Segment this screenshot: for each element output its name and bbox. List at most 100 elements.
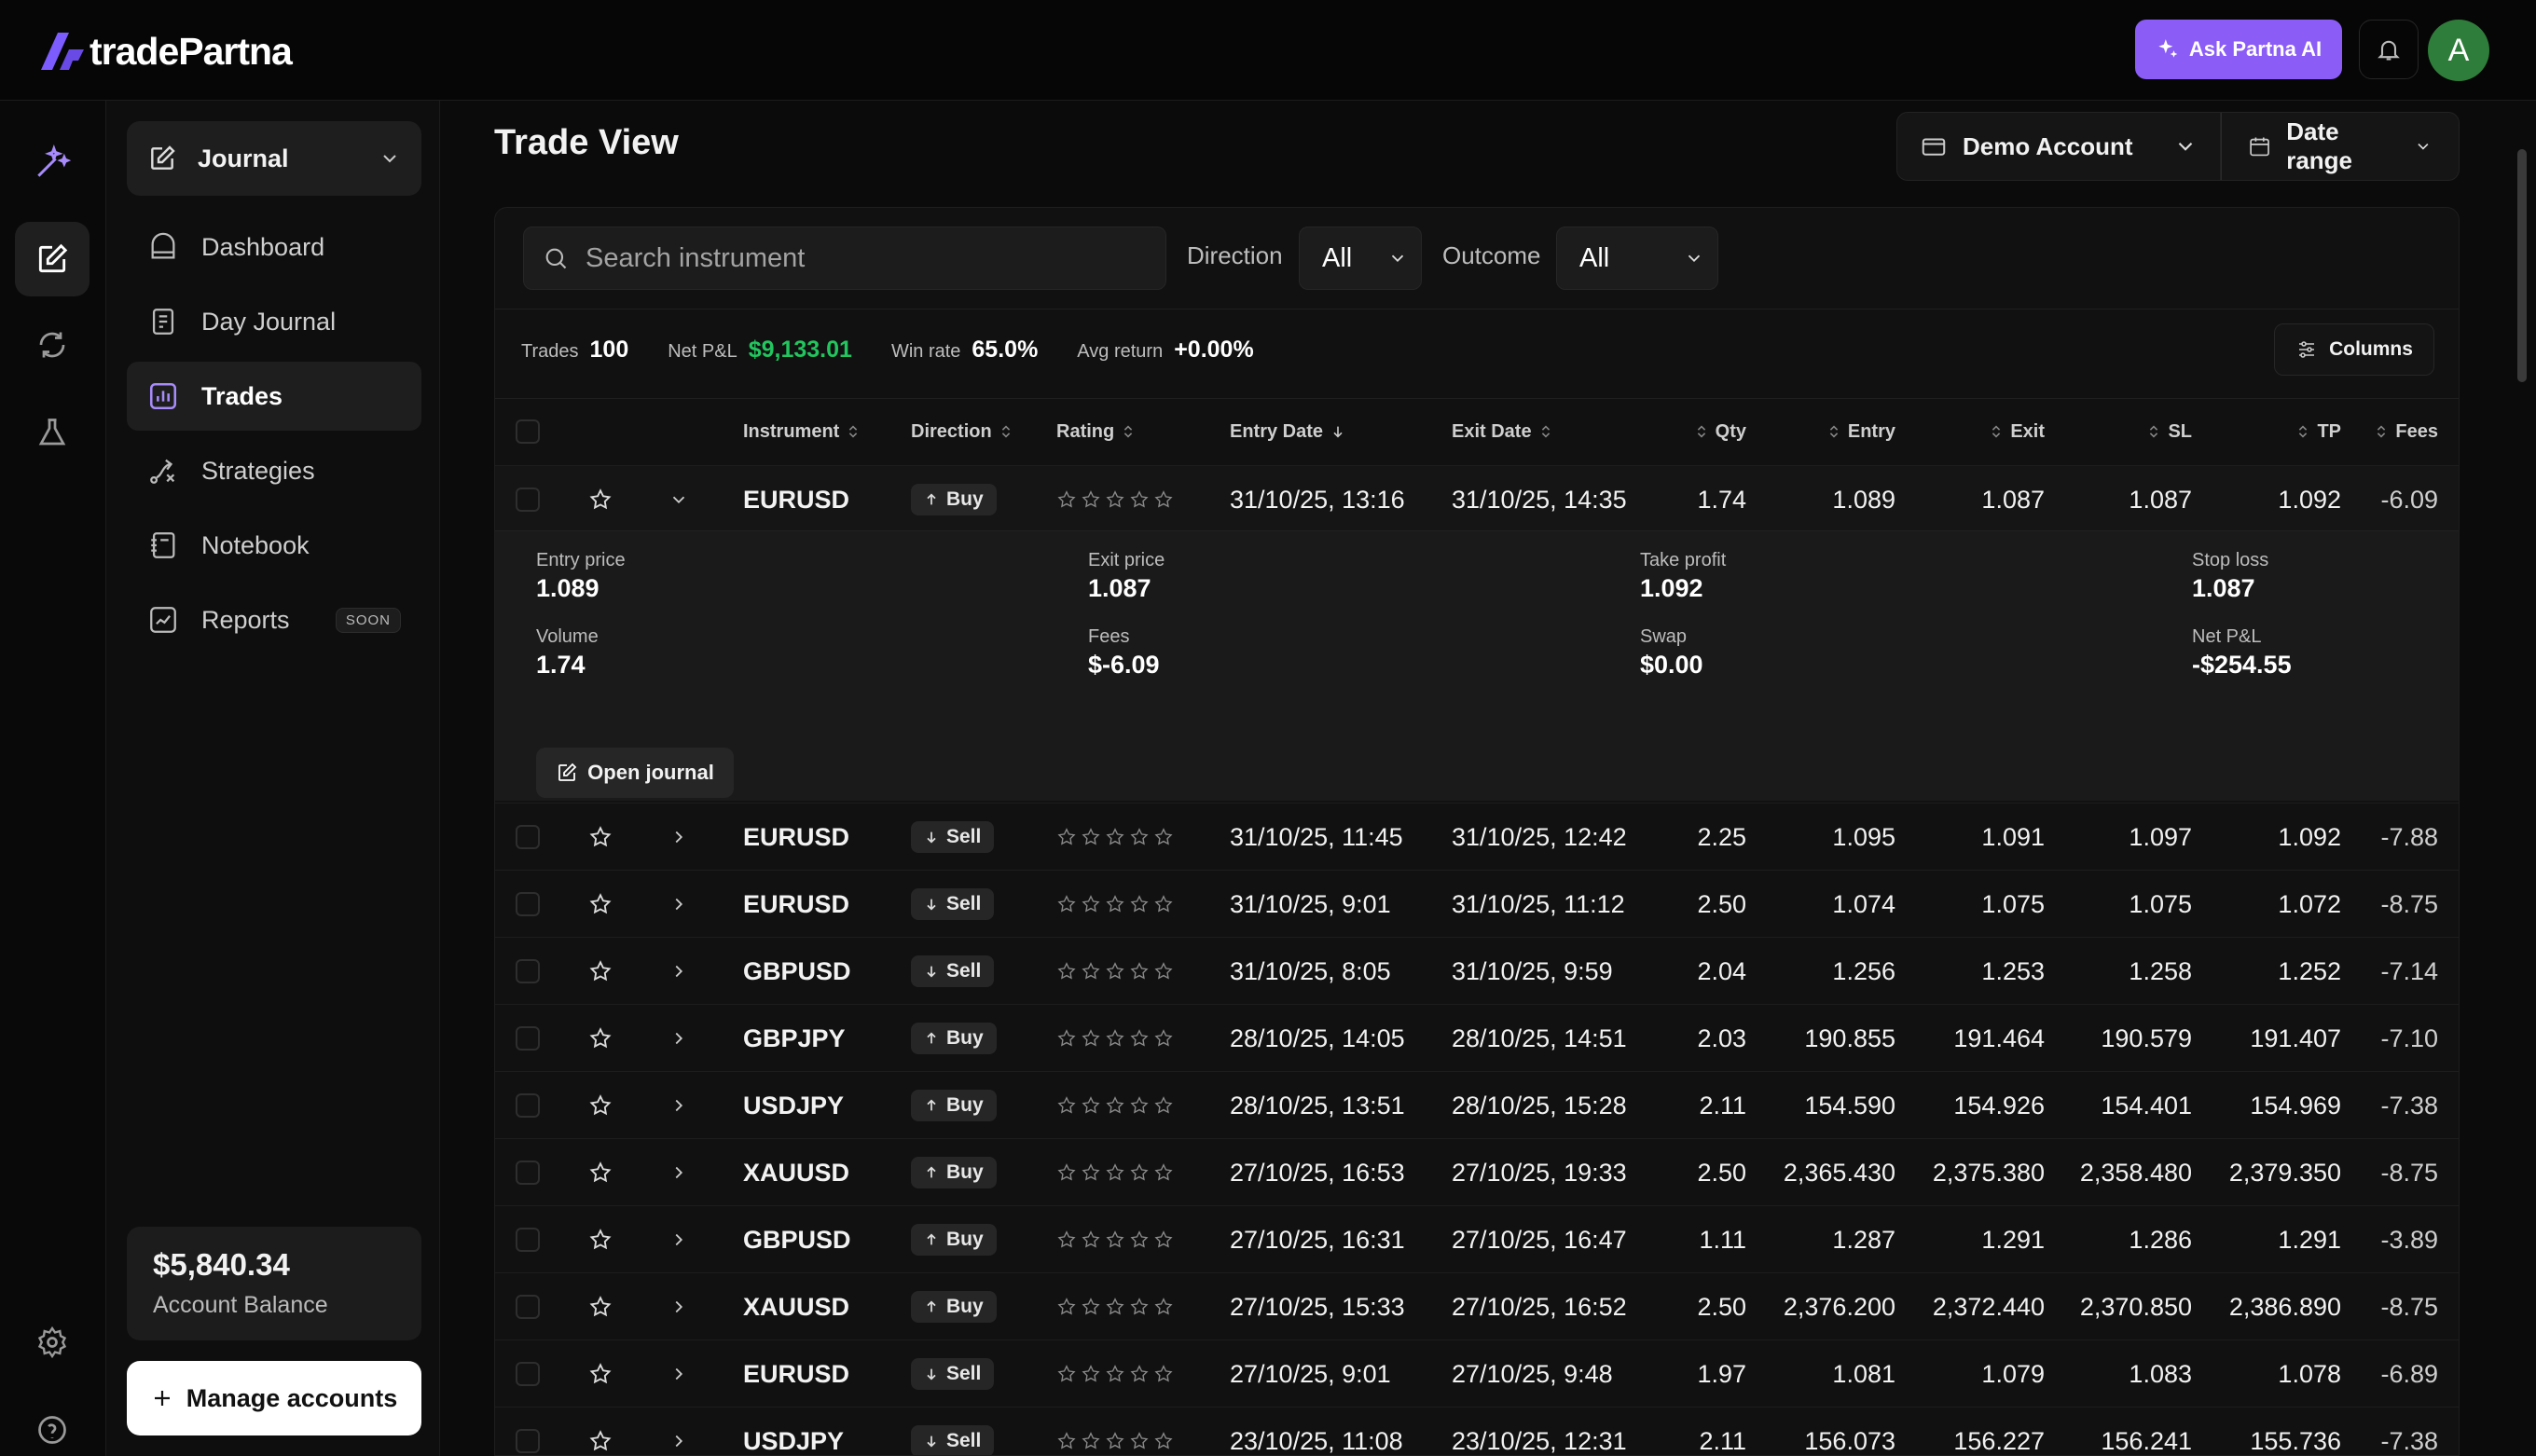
column-header-entry[interactable]: Entry: [1750, 398, 1895, 465]
page-scrollbar[interactable]: [2510, 101, 2536, 1456]
rating-star-icon[interactable]: [1105, 1229, 1125, 1250]
row-checkbox[interactable]: [516, 938, 540, 1005]
row-checkbox[interactable]: [516, 1139, 540, 1206]
table-row[interactable]: XAUUSD Buy 27/10/25, 16:53 27/10/25, 19:33 2…: [495, 1138, 2459, 1206]
expand-row-button[interactable]: [668, 1408, 689, 1455]
table-row[interactable]: XAUUSD Buy 27/10/25, 15:33 27/10/25, 16:52 2…: [495, 1272, 2459, 1340]
rating-star-icon[interactable]: [1081, 894, 1101, 914]
rating-star-icon[interactable]: [1081, 1028, 1101, 1049]
column-header-fees[interactable]: Fees: [2345, 398, 2438, 465]
rating-star-icon[interactable]: [1105, 894, 1125, 914]
row-checkbox[interactable]: [516, 1005, 540, 1072]
expand-row-button[interactable]: [668, 804, 689, 871]
table-row[interactable]: USDJPY Buy 28/10/25, 13:51 28/10/25, 15:28 2…: [495, 1071, 2459, 1139]
rating-star-icon[interactable]: [1129, 1028, 1150, 1049]
rating-star-icon[interactable]: [1105, 489, 1125, 510]
rating-star-icon[interactable]: [1105, 1431, 1125, 1451]
favorite-button[interactable]: [588, 871, 613, 938]
rating-star-icon[interactable]: [1153, 1431, 1174, 1451]
rating-star-icon[interactable]: [1081, 489, 1101, 510]
row-checkbox[interactable]: [516, 466, 540, 533]
column-header-direction[interactable]: Direction: [911, 398, 1051, 465]
rating-star-icon[interactable]: [1129, 1095, 1150, 1116]
column-header-exit-date[interactable]: Exit Date: [1452, 398, 1638, 465]
columns-button[interactable]: Columns: [2274, 323, 2434, 376]
expand-row-button[interactable]: [668, 1273, 689, 1340]
manage-accounts-button[interactable]: Manage accounts: [127, 1361, 421, 1435]
expand-row-button[interactable]: [668, 871, 689, 938]
favorite-button[interactable]: [588, 1273, 613, 1340]
rating-star-icon[interactable]: [1105, 1297, 1125, 1317]
rating-star-icon[interactable]: [1056, 1431, 1077, 1451]
column-header-exit[interactable]: Exit: [1899, 398, 2045, 465]
row-checkbox[interactable]: [516, 1072, 540, 1139]
rail-ai-button[interactable]: [15, 125, 90, 199]
favorite-button[interactable]: [588, 1206, 613, 1273]
rating-star-icon[interactable]: [1056, 489, 1077, 510]
rating-star-icon[interactable]: [1153, 489, 1174, 510]
rating-star-icon[interactable]: [1105, 1364, 1125, 1384]
rating-stars[interactable]: [1056, 1431, 1174, 1451]
sidebar-item-notebook[interactable]: Notebook: [127, 511, 421, 580]
rating-star-icon[interactable]: [1056, 827, 1077, 847]
rating-star-icon[interactable]: [1056, 1364, 1077, 1384]
outcome-filter-select[interactable]: All: [1556, 227, 1718, 290]
table-row[interactable]: GBPUSD Buy 27/10/25, 16:31 27/10/25, 16:47 1…: [495, 1205, 2459, 1273]
rating-star-icon[interactable]: [1153, 1095, 1174, 1116]
rating-star-icon[interactable]: [1105, 1162, 1125, 1183]
expand-row-button[interactable]: [668, 1340, 689, 1408]
rating-star-icon[interactable]: [1153, 894, 1174, 914]
rating-stars[interactable]: [1056, 489, 1174, 510]
row-checkbox[interactable]: [516, 1206, 540, 1273]
expand-row-button[interactable]: [668, 1206, 689, 1273]
rating-star-icon[interactable]: [1056, 1028, 1077, 1049]
table-row[interactable]: EURUSD Buy 31/10/25, 13:16 31/10/25, 14:35 1…: [495, 465, 2459, 533]
rating-star-icon[interactable]: [1153, 1028, 1174, 1049]
journal-section-select[interactable]: Journal: [127, 121, 421, 196]
table-row[interactable]: EURUSD Sell 27/10/25, 9:01 27/10/25, 9:48 1.…: [495, 1339, 2459, 1408]
open-journal-button[interactable]: Open journal: [536, 748, 734, 798]
search-input[interactable]: Search instrument: [523, 227, 1166, 290]
rating-star-icon[interactable]: [1129, 1162, 1150, 1183]
date-range-select[interactable]: Date range: [2221, 112, 2460, 181]
rating-star-icon[interactable]: [1129, 961, 1150, 982]
sidebar-item-reports[interactable]: Reports SOON: [127, 585, 421, 654]
column-header-entry-date[interactable]: Entry Date: [1230, 398, 1416, 465]
favorite-button[interactable]: [588, 1005, 613, 1072]
favorite-button[interactable]: [588, 466, 613, 533]
rating-star-icon[interactable]: [1081, 1431, 1101, 1451]
rating-star-icon[interactable]: [1129, 894, 1150, 914]
row-checkbox[interactable]: [516, 804, 540, 871]
rating-star-icon[interactable]: [1105, 961, 1125, 982]
expand-row-button[interactable]: [668, 1139, 689, 1206]
rating-star-icon[interactable]: [1105, 1028, 1125, 1049]
rating-star-icon[interactable]: [1081, 1297, 1101, 1317]
row-checkbox[interactable]: [516, 1408, 540, 1455]
column-header-tp[interactable]: TP: [2196, 398, 2341, 465]
row-checkbox[interactable]: [516, 1273, 540, 1340]
column-header-qty[interactable]: Qty: [1633, 398, 1746, 465]
rating-star-icon[interactable]: [1129, 1431, 1150, 1451]
rating-star-icon[interactable]: [1153, 1162, 1174, 1183]
rating-stars[interactable]: [1056, 1028, 1174, 1049]
expand-row-button[interactable]: [668, 466, 689, 533]
select-all-checkbox[interactable]: [516, 398, 540, 465]
rail-lab-button[interactable]: [15, 395, 90, 470]
ask-partna-ai-button[interactable]: Ask Partna AI: [2135, 20, 2342, 79]
rating-stars[interactable]: [1056, 1162, 1174, 1183]
table-row[interactable]: EURUSD Sell 31/10/25, 9:01 31/10/25, 11:12 2…: [495, 870, 2459, 938]
column-header-instrument[interactable]: Instrument: [743, 398, 892, 465]
table-row[interactable]: GBPJPY Buy 28/10/25, 14:05 28/10/25, 14:51 2…: [495, 1004, 2459, 1072]
rating-star-icon[interactable]: [1129, 1364, 1150, 1384]
rating-star-icon[interactable]: [1056, 961, 1077, 982]
rating-stars[interactable]: [1056, 827, 1174, 847]
rating-star-icon[interactable]: [1056, 1297, 1077, 1317]
rating-star-icon[interactable]: [1129, 827, 1150, 847]
favorite-button[interactable]: [588, 1340, 613, 1408]
rating-star-icon[interactable]: [1081, 1162, 1101, 1183]
rating-star-icon[interactable]: [1129, 489, 1150, 510]
rating-star-icon[interactable]: [1153, 961, 1174, 982]
rail-settings-button[interactable]: [15, 1305, 90, 1380]
rating-stars[interactable]: [1056, 1095, 1174, 1116]
notifications-button[interactable]: [2359, 20, 2419, 79]
